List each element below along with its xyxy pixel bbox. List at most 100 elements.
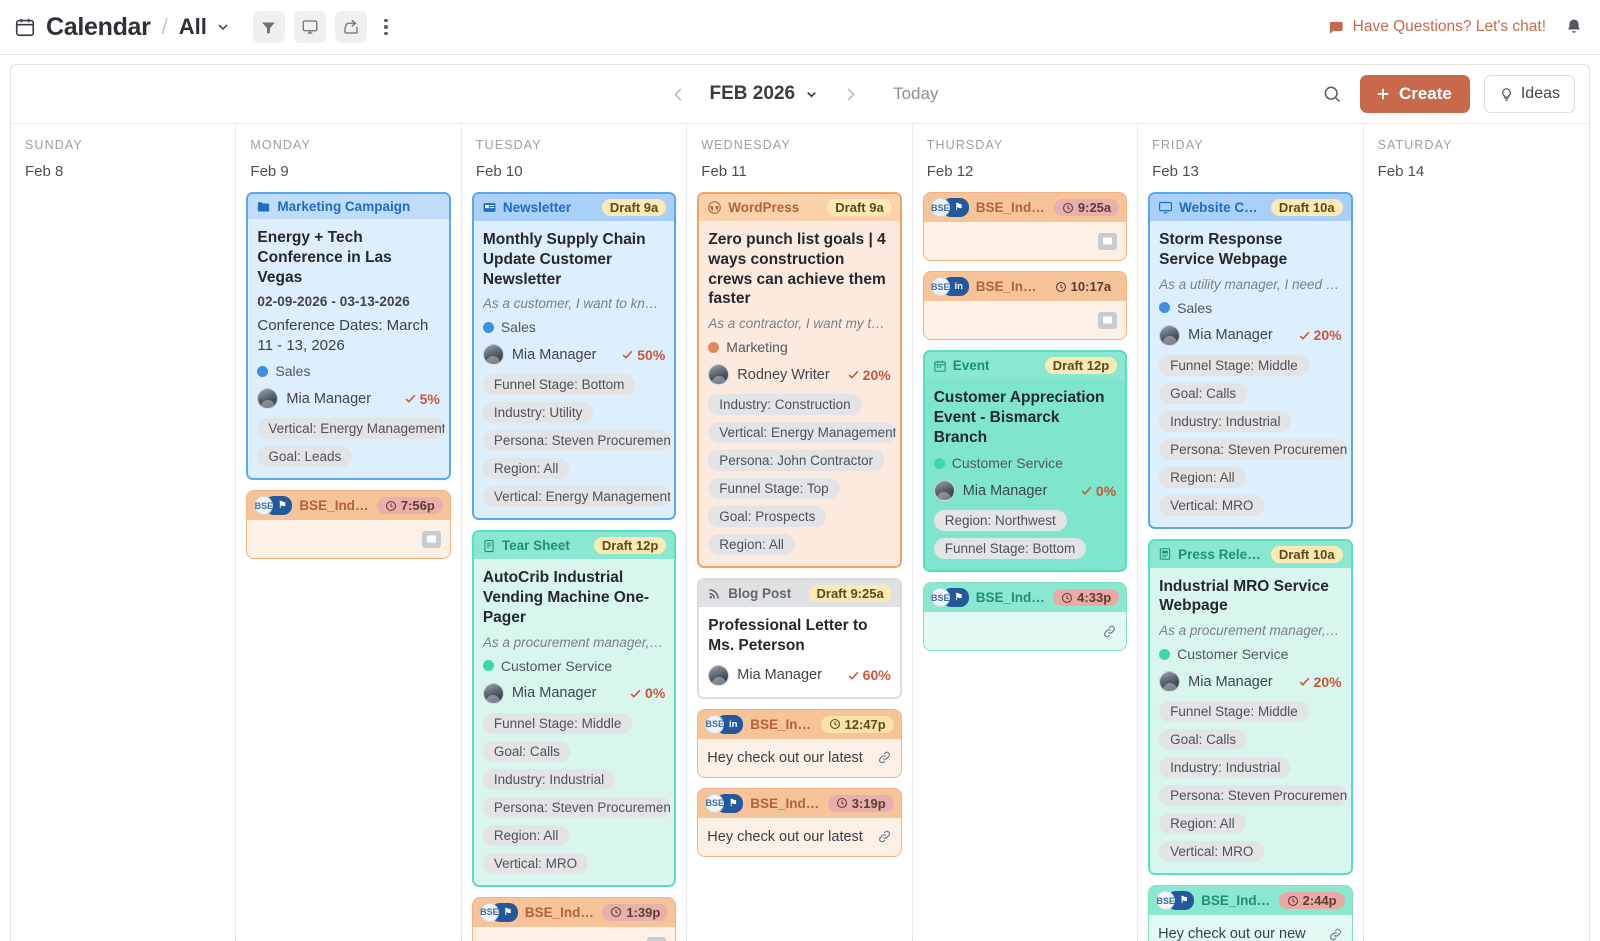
folder-icon <box>256 199 271 214</box>
progress-percent: 0% <box>629 685 665 701</box>
source-badges: BSE in <box>931 277 969 296</box>
social-post-card[interactable]: BSE ⚑ BSE_Indust... 4:33p <box>923 582 1127 651</box>
day-column-sunday[interactable]: SUNDAYFeb 8 <box>11 124 236 941</box>
card-type-label: WordPress <box>728 200 799 215</box>
image-attachment-icon[interactable] <box>422 531 441 548</box>
create-button[interactable]: Create <box>1360 75 1470 113</box>
share-button[interactable] <box>335 11 367 43</box>
image-attachment-icon[interactable] <box>1098 312 1117 329</box>
more-options-button[interactable] <box>375 11 397 43</box>
link-attachment-icon[interactable] <box>877 829 892 844</box>
notifications-button[interactable] <box>1564 17 1584 37</box>
display-button[interactable] <box>294 11 326 43</box>
avatar <box>257 388 278 409</box>
card-tags: Funnel Stage: BottomIndustry: UtilityPer… <box>483 374 665 507</box>
scheduled-time: 3:19p <box>852 796 886 811</box>
day-column-saturday[interactable]: SATURDAYFeb 14 <box>1364 124 1589 941</box>
card-header: Marketing Campaign <box>248 194 448 219</box>
image-attachment-icon[interactable] <box>647 937 666 941</box>
social-post-card[interactable]: BSE in BSE_Industr... 10:17a <box>923 271 1127 340</box>
card-header: WordPress Draft 9a <box>699 194 899 221</box>
next-month-button[interactable] <box>833 77 867 111</box>
link-attachment-icon[interactable] <box>1328 927 1343 941</box>
card-tag: Vertical: Energy Management <box>708 422 896 443</box>
bell-icon <box>1564 17 1584 37</box>
kebab-menu-icon <box>384 19 388 23</box>
day-header: SUNDAYFeb 8 <box>11 124 235 180</box>
day-column-wednesday[interactable]: WEDNESDAY Feb 11 WordPress Draft 9a Zero … <box>687 124 912 941</box>
card-description: As a contractor, I want my tea... <box>708 316 890 331</box>
day-date: Feb 9 <box>250 163 446 180</box>
today-button[interactable]: Today <box>893 84 938 104</box>
image-attachment-icon[interactable] <box>1098 233 1117 250</box>
check-icon <box>1080 484 1093 497</box>
campaign-color-dot <box>1159 649 1170 660</box>
progress-percent: 20% <box>847 367 891 383</box>
bse-logo-icon: BSE <box>480 903 499 922</box>
link-attachment-icon[interactable] <box>1102 624 1117 639</box>
progress-value: 60% <box>863 667 891 683</box>
card-body: Storm Response Service Webpage As a util… <box>1150 221 1350 527</box>
card-tag: Vertical: MRO <box>1159 841 1264 862</box>
search-button[interactable] <box>1318 80 1346 108</box>
progress-value: 20% <box>1314 674 1342 690</box>
social-card-body <box>924 222 1126 260</box>
content-card[interactable]: Marketing Campaign Energy + Tech Confere… <box>246 192 450 480</box>
ideas-button[interactable]: Ideas <box>1484 75 1575 113</box>
content-card[interactable]: Tear Sheet Draft 12p AutoCrib Industrial… <box>472 530 676 886</box>
day-events: WordPress Draft 9a Zero punch list goals… <box>687 180 911 867</box>
filter-button[interactable] <box>253 11 285 43</box>
link-attachment-icon[interactable] <box>877 750 892 765</box>
clock-icon <box>829 718 841 730</box>
source-badges: BSE ⚑ <box>705 794 743 813</box>
content-card[interactable]: Event Draft 12p Customer Appreciation Ev… <box>923 350 1127 572</box>
content-card[interactable]: Newsletter Draft 9a Monthly Supply Chain… <box>472 192 676 520</box>
social-post-card[interactable]: BSE in BSE_Indus... 12:47p Hey check out… <box>697 709 901 778</box>
progress-percent: 0% <box>1080 483 1116 499</box>
bse-logo-icon: BSE <box>931 198 950 217</box>
breadcrumb-scope[interactable]: All <box>179 14 207 40</box>
avatar <box>1159 671 1180 692</box>
status-badge: Draft 9:25a <box>809 585 892 602</box>
progress-percent: 20% <box>1298 674 1342 690</box>
campaign-label: Marketing <box>726 339 787 355</box>
content-card[interactable]: Blog Post Draft 9:25a Professional Lette… <box>697 578 901 699</box>
month-selector[interactable]: FEB 2026 <box>700 83 830 105</box>
card-tag: Persona: John Contractor <box>708 450 884 471</box>
newsletter-icon <box>482 200 497 215</box>
day-column-friday[interactable]: FRIDAYFeb 13 Website Cont... Draft 10a S… <box>1138 124 1363 941</box>
chevron-down-icon[interactable] <box>215 19 231 35</box>
day-column-monday[interactable]: MONDAYFeb 9 Marketing Campaign Energy + … <box>236 124 461 941</box>
card-body: Professional Letter to Ms. Peterson Mia … <box>699 607 899 697</box>
card-tag: Region: All <box>483 825 570 846</box>
previous-month-button[interactable] <box>662 77 696 111</box>
social-post-card[interactable]: BSE ⚑ BSE_Indust... 2:44p Hey check out … <box>1148 885 1352 941</box>
card-tag: Industry: Industrial <box>1159 411 1291 432</box>
day-column-thursday[interactable]: THURSDAYFeb 12 BSE ⚑ BSE_Indust... 9:25a <box>913 124 1138 941</box>
social-post-card[interactable]: BSE ⚑ BSE_Indust... 7:56p <box>246 490 450 559</box>
tear-sheet-icon <box>482 539 496 553</box>
help-chat-link[interactable]: Have Questions? Let's chat! <box>1327 18 1546 36</box>
social-card-body <box>247 520 449 558</box>
card-title: Storm Response Service Webpage <box>1159 230 1341 270</box>
content-card[interactable]: Website Cont... Draft 10a Storm Response… <box>1148 192 1352 529</box>
day-column-tuesday[interactable]: TUESDAYFeb 10 Newsletter Draft 9a Monthl… <box>462 124 687 941</box>
card-tag: Industry: Utility <box>483 402 594 423</box>
social-post-card[interactable]: BSE ⚑ BSE_Indust... 1:39p <box>472 897 676 941</box>
campaign-color-dot <box>483 660 494 671</box>
day-date: Feb 11 <box>701 163 897 180</box>
card-header: Press Release Draft 10a <box>1150 541 1350 568</box>
card-title: Professional Letter to Ms. Peterson <box>708 616 890 656</box>
social-account-name: BSE_Indust... <box>299 498 369 513</box>
social-post-card[interactable]: BSE ⚑ BSE_Indust... 9:25a <box>923 192 1127 261</box>
clock-icon <box>1061 592 1073 604</box>
day-name: WEDNESDAY <box>701 138 897 152</box>
card-tag: Industry: Construction <box>708 394 861 415</box>
day-events: BSE ⚑ BSE_Indust... 9:25a BSE <box>913 180 1137 661</box>
check-icon <box>621 348 634 361</box>
source-badges: BSE ⚑ <box>254 496 292 515</box>
social-post-card[interactable]: BSE ⚑ BSE_Indust... 3:19p Hey check out … <box>697 788 901 857</box>
content-card[interactable]: Press Release Draft 10a Industrial MRO S… <box>1148 539 1352 876</box>
content-card[interactable]: WordPress Draft 9a Zero punch list goals… <box>697 192 901 568</box>
top-bar: Calendar / All <box>0 0 1600 55</box>
